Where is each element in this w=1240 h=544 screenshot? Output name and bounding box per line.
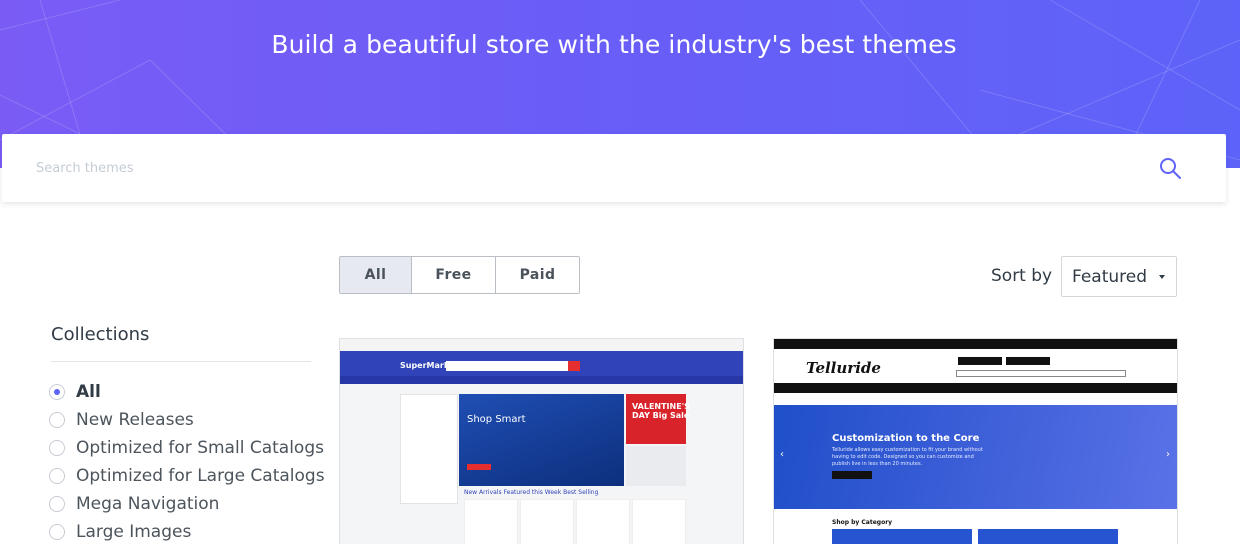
preview-product-tile [520, 499, 574, 544]
preview-logo: Telluride [806, 359, 881, 377]
preview-header-button [958, 357, 1002, 365]
preview-section-title: Shop by Category [832, 519, 893, 526]
preview-header-button [1006, 357, 1050, 365]
preview-search-button [568, 361, 580, 371]
preview-product-promo [626, 446, 686, 486]
preview-hero-text: Telluride allows easy customization to f… [832, 447, 983, 467]
sort-selected-value: Featured [1072, 266, 1148, 287]
collection-label: Optimized for Large Catalogs [76, 466, 325, 486]
radio-icon[interactable] [49, 440, 65, 456]
collection-item-all[interactable]: All [49, 378, 325, 406]
sort-select[interactable]: Featured [1061, 256, 1177, 297]
preview-tabs: New Arrivals Featured this Week Best Sel… [464, 489, 599, 496]
radio-checked-icon[interactable] [49, 384, 65, 400]
preview-hero-button [467, 464, 491, 470]
preview-hero-title: Customization to the Core [832, 433, 980, 444]
theme-card-telluride[interactable]: Telluride ‹ Customization to the Core Te… [773, 338, 1178, 544]
radio-icon[interactable] [49, 468, 65, 484]
search-box [2, 134, 1226, 202]
preview-promo: VALENTINE'S DAY Big Sale [626, 394, 690, 444]
tab-all[interactable]: All [340, 257, 412, 293]
sort-label: Sort by [991, 266, 1053, 286]
preview-hero-button [832, 471, 872, 479]
preview-hero: Shop Smart [459, 394, 624, 486]
collection-label: Mega Navigation [76, 494, 220, 514]
preview-searchbar [956, 370, 1126, 377]
caret-down-icon [1159, 275, 1165, 279]
search-input[interactable] [36, 154, 1116, 182]
collections-list: All New Releases Optimized for Small Cat… [49, 378, 325, 544]
collection-item-large-images[interactable]: Large Images [49, 518, 325, 544]
collection-item-large-catalogs[interactable]: Optimized for Large Catalogs [49, 462, 325, 490]
collection-item-new-releases[interactable]: New Releases [49, 406, 325, 434]
preview-menu [340, 376, 743, 384]
preview-category-tile [832, 529, 972, 544]
tab-paid[interactable]: Paid [496, 257, 579, 293]
collection-label: Large Images [76, 522, 192, 542]
preview-hero: ‹ Customization to the Core Telluride al… [774, 405, 1177, 509]
preview-category-tile [978, 529, 1118, 544]
preview-product-tile [464, 499, 518, 544]
preview-topbar [340, 339, 743, 351]
collection-item-mega-navigation[interactable]: Mega Navigation [49, 490, 325, 518]
preview-menu [774, 383, 1177, 393]
radio-icon[interactable] [49, 412, 65, 428]
collection-item-small-catalogs[interactable]: Optimized for Small Catalogs [49, 434, 325, 462]
collections-title: Collections [51, 324, 150, 345]
preview-promo-text: VALENTINE'S DAY Big Sale [632, 402, 690, 420]
price-filter: All Free Paid [339, 256, 580, 294]
tab-free[interactable]: Free [412, 257, 496, 293]
preview-topbar [774, 339, 1177, 349]
preview-hero-text: Shop Smart [467, 414, 526, 425]
search-icon[interactable] [1158, 156, 1182, 180]
preview-info-bar [774, 393, 1177, 405]
theme-card-supermarket[interactable]: SuperMarket Shop Smart VALENTINE'S DAY B… [339, 338, 744, 544]
collection-label: New Releases [76, 410, 194, 430]
preview-product-tile [576, 499, 630, 544]
radio-icon[interactable] [49, 524, 65, 540]
chevron-left-icon: ‹ [780, 449, 784, 460]
chevron-right-icon: › [1166, 449, 1170, 460]
preview-searchbar [446, 361, 578, 371]
preview-sidebar [400, 394, 458, 504]
page-title: Build a beautiful store with the industr… [271, 30, 957, 59]
radio-icon[interactable] [49, 496, 65, 512]
collection-label: Optimized for Small Catalogs [76, 438, 324, 458]
preview-product-tile [632, 499, 686, 544]
collection-label: All [76, 382, 101, 402]
collections-divider [51, 361, 311, 362]
